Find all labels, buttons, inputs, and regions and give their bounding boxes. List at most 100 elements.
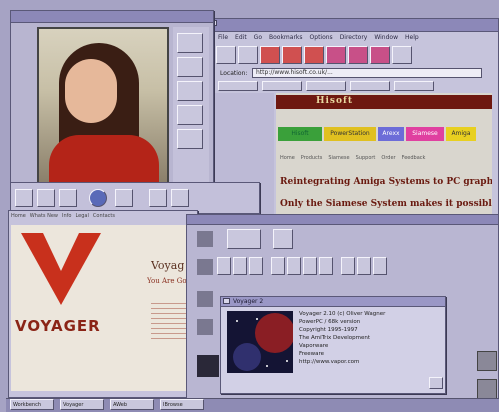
video-control-2[interactable] [177, 57, 203, 77]
nav-powerstation[interactable]: PowerStation [324, 127, 376, 141]
tool-b-button[interactable] [273, 229, 293, 249]
menu-directory[interactable]: Directory [340, 34, 368, 44]
nav-amiga[interactable]: Amiga [446, 127, 476, 141]
taskbar-item-ibrowse[interactable]: IBrowse [160, 399, 204, 410]
menu-options[interactable]: Options [310, 34, 333, 44]
about-dialog: Voyager 2 Voyager 2.10 (c) Oliver Wagner… [220, 296, 446, 394]
print-button[interactable] [348, 46, 368, 64]
tool-4-button[interactable] [271, 257, 285, 275]
fastforward-button[interactable] [171, 189, 189, 207]
tab-legal[interactable]: Legal [75, 213, 88, 223]
nav-hisoft[interactable]: Hisoft [278, 127, 322, 141]
page-heading: Reintegrating Amiga Systems to PC graphi… [280, 177, 492, 187]
images-button[interactable] [304, 46, 324, 64]
tab-contacts[interactable]: Contacts [93, 213, 115, 223]
link-order[interactable]: Order [381, 155, 395, 165]
drawer-icon-2[interactable] [197, 259, 213, 275]
link-feedback[interactable]: Feedback [402, 155, 426, 165]
disk-icon-2[interactable] [477, 379, 497, 399]
rewind-button[interactable] [149, 189, 167, 207]
tool-9-button[interactable] [357, 257, 371, 275]
tool-10-button[interactable] [373, 257, 387, 275]
drawer-icon-4[interactable] [197, 319, 213, 335]
drawer-icon-1[interactable] [197, 231, 213, 247]
search-button[interactable] [350, 81, 390, 91]
tool-6-button[interactable] [303, 257, 317, 275]
play-button[interactable] [15, 189, 33, 207]
nav-bar: Hisoft PowerStation Arexx Siamese Amiga [278, 127, 490, 141]
menu-window[interactable]: Window [374, 34, 398, 44]
tab-home[interactable]: Home [11, 213, 26, 223]
handbook-button[interactable] [306, 81, 346, 91]
tool-5-button[interactable] [287, 257, 301, 275]
back-button[interactable] [216, 46, 236, 64]
menu-go[interactable]: Go [254, 34, 262, 44]
link-products[interactable]: Products [301, 155, 323, 165]
stop-player-button[interactable] [59, 189, 77, 207]
video-window [10, 10, 214, 190]
stop-button[interactable] [392, 46, 412, 64]
directory-buttons [218, 81, 490, 91]
browser-titlebar[interactable] [208, 19, 498, 32]
location-input[interactable]: http://www.hisoft.co.uk/... [252, 68, 482, 78]
drawer-icon-3[interactable] [197, 291, 213, 307]
tab-whats-new[interactable]: Whats New [30, 213, 58, 223]
tool-7-button[interactable] [319, 257, 333, 275]
menu-file[interactable]: File [218, 34, 228, 44]
voyager-window: Home Whats New Info Legal Contacts VOYAG… [8, 210, 198, 398]
about-titlebar[interactable]: Voyager 2 [221, 297, 445, 307]
tool-8-button[interactable] [341, 257, 355, 275]
voyager-tabs: Home Whats New Info Legal Contacts [11, 213, 195, 223]
location-value: http://www.hisoft.co.uk/... [256, 69, 333, 76]
nav-arexx[interactable]: Arexx [378, 127, 404, 141]
reload-button[interactable] [282, 46, 302, 64]
video-control-1[interactable] [177, 33, 203, 53]
nav-siamese[interactable]: Siamese [406, 127, 444, 141]
about-line-5: Vaporware [299, 343, 329, 349]
voyager-content: VOYAGER Voyag You Are Go [11, 225, 195, 391]
menu-edit[interactable]: Edit [235, 34, 247, 44]
directory-button[interactable] [394, 81, 434, 91]
workbench-titlebar[interactable] [187, 215, 498, 225]
page-subheading: Only the Siamese System makes it possibl… [280, 199, 492, 209]
about-line-3: Copyright 1995-1997 [299, 327, 358, 333]
about-line-4: The AmiTrix Development [299, 335, 370, 341]
tool-3-button[interactable] [249, 257, 263, 275]
home-button[interactable] [260, 46, 280, 64]
link-home[interactable]: Home [280, 155, 295, 165]
find-button[interactable] [370, 46, 390, 64]
link-siamese[interactable]: Siamese [328, 155, 349, 165]
forward-button[interactable] [238, 46, 258, 64]
tool-2-button[interactable] [233, 257, 247, 275]
taskbar-item-aweb[interactable]: AWeb [110, 399, 154, 410]
browser-menubar: File Edit Go Bookmarks Options Directory… [218, 34, 488, 44]
whats-cool-button[interactable] [262, 81, 302, 91]
video-titlebar[interactable] [11, 11, 213, 23]
taskbar-item-voyager[interactable]: Voyager [60, 399, 104, 410]
about-text: Voyager 2.10 (c) Oliver Wagner PowerPC /… [299, 310, 445, 390]
drawer-icon-5[interactable] [197, 355, 219, 377]
video-control-5[interactable] [177, 129, 203, 149]
record-button[interactable] [89, 189, 107, 207]
space-image [227, 311, 293, 373]
video-frame [37, 27, 169, 185]
about-close-icon[interactable] [223, 298, 230, 304]
hisoft-banner: Hisoft [276, 95, 492, 109]
voyager-v-logo [21, 233, 101, 305]
open-button[interactable] [326, 46, 346, 64]
video-control-3[interactable] [177, 81, 203, 101]
about-ok-button[interactable] [429, 377, 443, 389]
menu-help[interactable]: Help [405, 34, 419, 44]
taskbar-item-workbench[interactable]: Workbench [10, 399, 54, 410]
person-shirt [49, 135, 159, 183]
tool-1-button[interactable] [217, 257, 231, 275]
eject-button[interactable] [115, 189, 133, 207]
tool-a-button[interactable] [227, 229, 261, 249]
tab-info[interactable]: Info [62, 213, 71, 223]
whats-new-button[interactable] [218, 81, 258, 91]
link-support[interactable]: Support [356, 155, 376, 165]
video-control-4[interactable] [177, 105, 203, 125]
disk-icon-1[interactable] [477, 351, 497, 371]
menu-bookmarks[interactable]: Bookmarks [269, 34, 303, 44]
pause-button[interactable] [37, 189, 55, 207]
